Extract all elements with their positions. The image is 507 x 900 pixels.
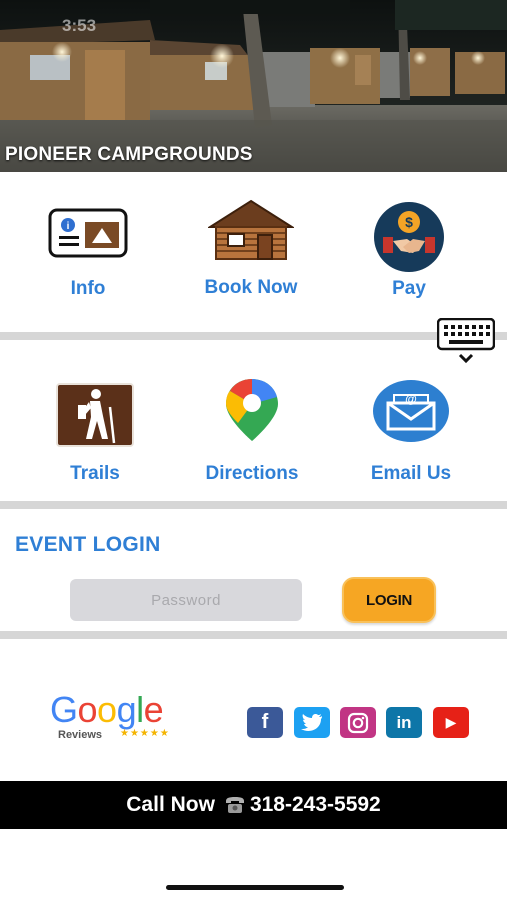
login-button[interactable]: LOGIN [342, 577, 436, 623]
facebook-icon[interactable]: f [247, 707, 283, 738]
google-letter: o [77, 689, 98, 730]
youtube-icon[interactable]: ▶ [433, 707, 469, 738]
rating-stars: ★★★★★ [120, 728, 170, 739]
log-cabin-icon [206, 199, 296, 260]
pay-label: Pay [392, 278, 426, 299]
call-now-label: Call Now [126, 793, 215, 816]
trails-tile[interactable]: Trails [56, 383, 134, 487]
google-reviews-text: Reviews [58, 729, 103, 741]
google-logo: Google [50, 689, 164, 730]
map-pin-icon [226, 379, 278, 441]
section-divider [0, 332, 507, 340]
google-letter: o [97, 689, 117, 730]
google-letter: g [116, 689, 137, 730]
trails-label: Trails [70, 463, 120, 484]
twitter-bird-icon [301, 713, 322, 731]
envelope-icon: @ [373, 380, 449, 442]
google-letter: l [136, 689, 144, 730]
hiker-icon [56, 383, 134, 447]
book-now-tile[interactable]: Book Now [205, 199, 297, 298]
keyboard-dismiss-button[interactable] [436, 317, 496, 366]
google-reviews-badge[interactable]: Google Reviews ★★★★★ [50, 692, 190, 744]
svg-text:$: $ [405, 214, 413, 230]
dollar-handshake-icon: $ [374, 202, 444, 272]
instagram-icon[interactable] [340, 707, 376, 738]
pay-tile[interactable]: $ Pay [373, 201, 445, 299]
linkedin-glyph: in [396, 712, 412, 732]
phone-number: 318-243-5592 [249, 793, 381, 816]
page-title: PIONEER CAMPGROUNDS [5, 144, 253, 165]
instagram-camera-icon [347, 712, 369, 733]
id-card-icon: i [48, 208, 128, 258]
linkedin-icon[interactable]: in [386, 707, 422, 738]
book-now-label: Book Now [204, 277, 298, 298]
password-input[interactable] [70, 579, 302, 621]
section-divider [0, 631, 507, 639]
svg-text:i: i [67, 221, 70, 232]
directions-label: Directions [205, 463, 299, 484]
phone-icon [223, 795, 247, 815]
home-indicator [166, 885, 344, 890]
section-divider [0, 501, 507, 509]
email-us-tile[interactable]: @ Email Us [371, 379, 451, 487]
twitter-icon[interactable] [294, 707, 330, 738]
keyboard-icon [436, 317, 496, 364]
svg-text:@: @ [405, 392, 417, 406]
event-login-title: EVENT LOGIN [15, 533, 161, 556]
info-label: Info [70, 278, 106, 299]
info-tile[interactable]: i Info [48, 208, 128, 299]
facebook-glyph: f [261, 711, 269, 733]
call-now-bar[interactable]: Call Now 318-243-5592 [0, 781, 507, 829]
status-time: 3:53 [62, 16, 97, 35]
youtube-glyph: ▶ [445, 714, 457, 730]
google-letter: G [50, 689, 78, 730]
hero-banner: 3:53 PIONEER CAMPGROUNDS [0, 0, 507, 172]
google-letter: e [143, 689, 164, 730]
email-us-label: Email Us [370, 463, 452, 484]
directions-tile[interactable]: Directions [206, 377, 298, 487]
